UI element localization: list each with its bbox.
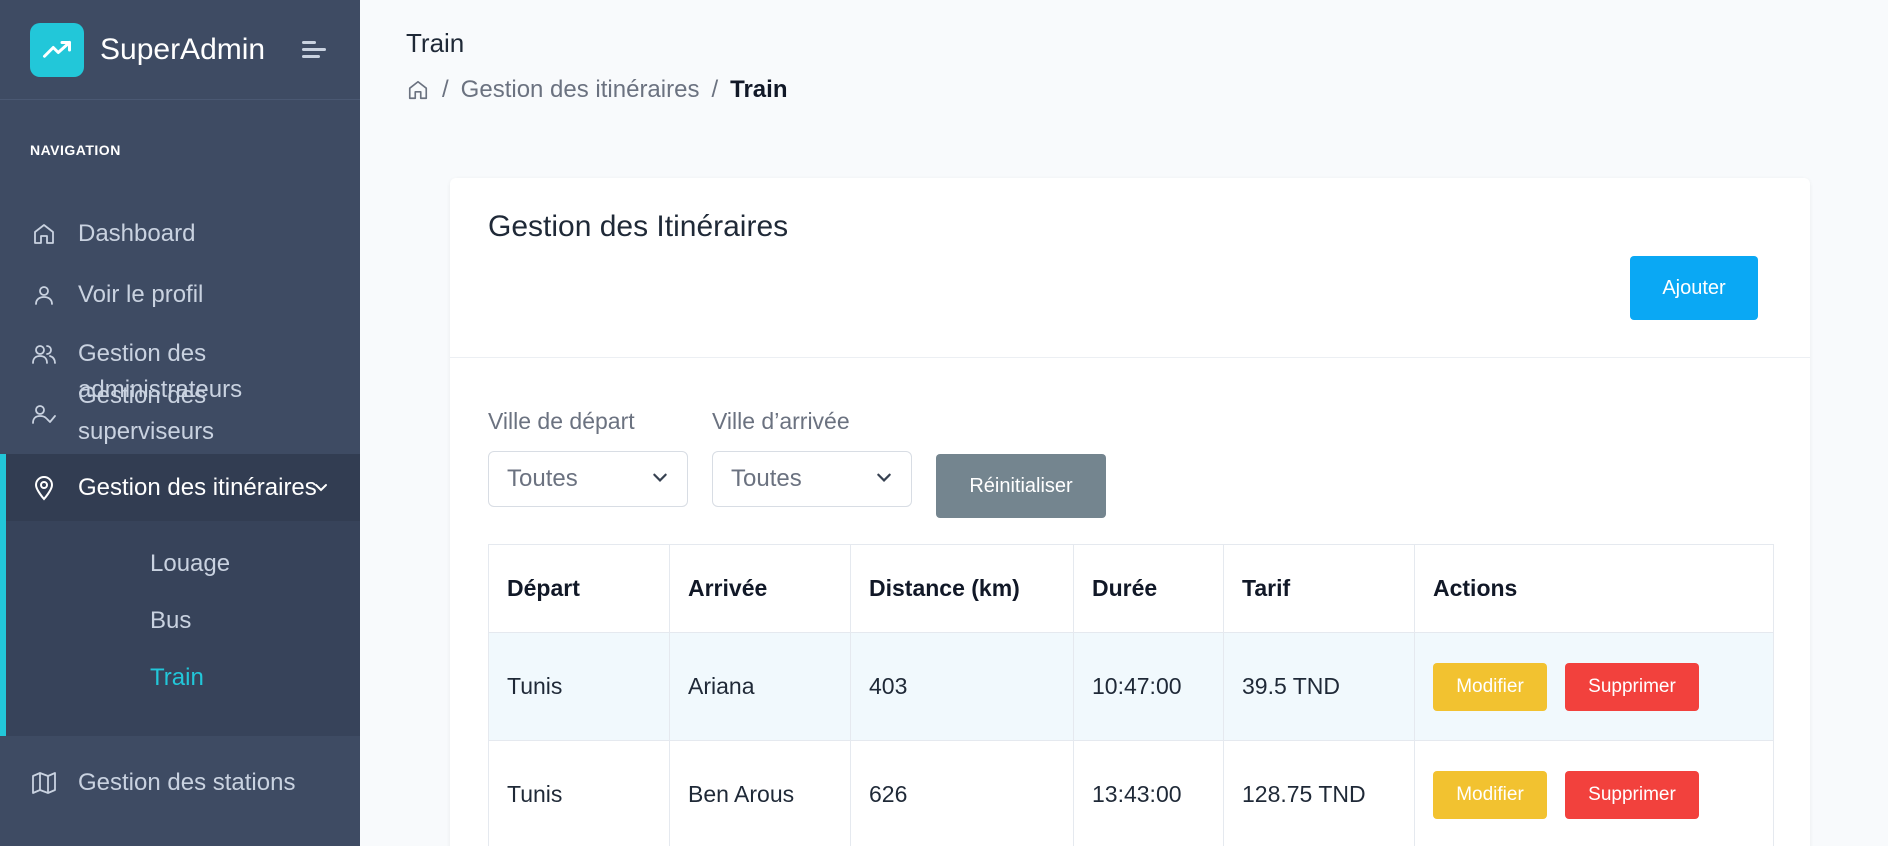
sidebar-item-label: Voir le profil — [78, 281, 204, 308]
reset-button[interactable]: Réinitialiser — [936, 454, 1106, 518]
table-header-row: Départ Arrivée Distance (km) Durée Tarif… — [488, 544, 1774, 633]
itineraries-table: Départ Arrivée Distance (km) Durée Tarif… — [488, 544, 1774, 846]
breadcrumb-separator: / — [711, 76, 719, 103]
filters: Ville de départ Toutes Ville d’arrivée T… — [488, 408, 1106, 518]
cell-duree: 10:47:00 — [1073, 632, 1224, 741]
itineraries-table-wrap: Départ Arrivée Distance (km) Durée Tarif… — [488, 544, 1774, 846]
column-header-arrivee: Arrivée — [669, 544, 851, 633]
column-header-actions: Actions — [1414, 544, 1774, 633]
sidebar-item-label: Gestion des stations — [78, 769, 296, 796]
cell-arrivee: Ariana — [669, 632, 851, 741]
sidebar-item-label: Gestion des itinéraires — [78, 473, 317, 501]
cell-tarif: 39.5 TND — [1223, 632, 1415, 741]
user-check-icon — [30, 400, 58, 428]
home-icon[interactable] — [406, 78, 430, 102]
sidebar-item-label: Dashboard — [78, 220, 196, 247]
sidebar-submenu: Louage Bus Train — [6, 521, 360, 736]
breadcrumb: / Gestion des itinéraires / Train — [406, 76, 787, 104]
sidebar-subitem-louage[interactable]: Louage — [6, 535, 360, 592]
chevron-down-icon — [651, 465, 669, 493]
edit-button[interactable]: Modifier — [1433, 662, 1547, 711]
edit-button[interactable]: Modifier — [1433, 770, 1547, 819]
cell-arrivee: Ben Arous — [669, 740, 851, 846]
sidebar-item-superviseurs[interactable]: Gestion des superviseurs — [0, 382, 360, 445]
arrival-select-value: Toutes — [731, 465, 802, 492]
user-icon — [30, 281, 58, 309]
cell-actions: Modifier Supprimer — [1414, 632, 1774, 741]
cell-distance: 403 — [850, 632, 1074, 741]
sidebar-item-stations[interactable]: Gestion des stations — [0, 758, 360, 808]
arrival-select[interactable]: Toutes — [712, 451, 912, 507]
sidebar: SuperAdmin NAVIGATION Dashboard Voir le … — [0, 0, 360, 846]
table-row: Tunis Ariana 403 10:47:00 39.5 TND Modif… — [488, 632, 1774, 741]
column-header-duree: Durée — [1073, 544, 1224, 633]
cell-duree: 13:43:00 — [1073, 740, 1224, 846]
arrival-filter: Ville d’arrivée Toutes — [712, 408, 912, 507]
cell-tarif: 128.75 TND — [1223, 740, 1415, 846]
departure-select[interactable]: Toutes — [488, 451, 688, 507]
table-row: Tunis Ben Arous 626 13:43:00 128.75 TND … — [488, 740, 1774, 846]
departure-filter: Ville de départ Toutes — [488, 408, 688, 507]
sidebar-item-dashboard[interactable]: Dashboard — [0, 204, 360, 264]
brand-header: SuperAdmin — [0, 0, 360, 100]
page-title: Train — [406, 28, 465, 58]
add-button[interactable]: Ajouter — [1630, 256, 1758, 320]
chevron-down-icon — [875, 465, 893, 493]
app-name: SuperAdmin — [100, 32, 266, 66]
sidebar-group-itineraires: Gestion des itinéraires Louage Bus Train — [0, 454, 360, 736]
arrival-label: Ville d’arrivée — [712, 408, 850, 434]
itineraries-card: Gestion des Itinéraires Ajouter Ville de… — [450, 178, 1810, 846]
sidebar-item-profile[interactable]: Voir le profil — [0, 264, 360, 326]
cell-distance: 626 — [850, 740, 1074, 846]
cell-actions: Modifier Supprimer — [1414, 740, 1774, 846]
home-icon — [30, 220, 58, 248]
map-pin-icon — [30, 474, 58, 502]
nav-caption: NAVIGATION — [30, 142, 121, 158]
menu-toggle-icon[interactable] — [300, 35, 330, 65]
breadcrumb-separator: / — [442, 76, 449, 103]
cell-depart: Tunis — [488, 740, 670, 846]
breadcrumb-link[interactable]: Gestion des itinéraires — [461, 76, 700, 104]
card-title: Gestion des Itinéraires — [488, 210, 789, 243]
breadcrumb-current: Train — [730, 76, 788, 103]
sidebar-subitem-train[interactable]: Train — [6, 649, 360, 706]
main-content: Train / Gestion des itinéraires / Train … — [360, 0, 1888, 846]
sidebar-subitem-bus[interactable]: Bus — [6, 592, 360, 649]
chevron-down-icon[interactable] — [313, 474, 329, 502]
delete-button[interactable]: Supprimer — [1565, 770, 1699, 819]
users-icon — [30, 340, 58, 368]
map-icon — [30, 769, 58, 797]
departure-select-value: Toutes — [507, 465, 578, 492]
column-header-depart: Départ — [488, 544, 670, 633]
card-header: Gestion des Itinéraires Ajouter — [450, 178, 1810, 358]
sidebar-item-label: Gestion des superviseurs — [78, 382, 215, 445]
column-header-distance: Distance (km) — [850, 544, 1074, 633]
cell-depart: Tunis — [488, 632, 670, 741]
delete-button[interactable]: Supprimer — [1565, 662, 1699, 711]
departure-label: Ville de départ — [488, 408, 635, 434]
sidebar-item-itineraires[interactable]: Gestion des itinéraires — [6, 454, 360, 521]
column-header-tarif: Tarif — [1223, 544, 1415, 633]
trending-up-icon[interactable] — [30, 22, 84, 77]
